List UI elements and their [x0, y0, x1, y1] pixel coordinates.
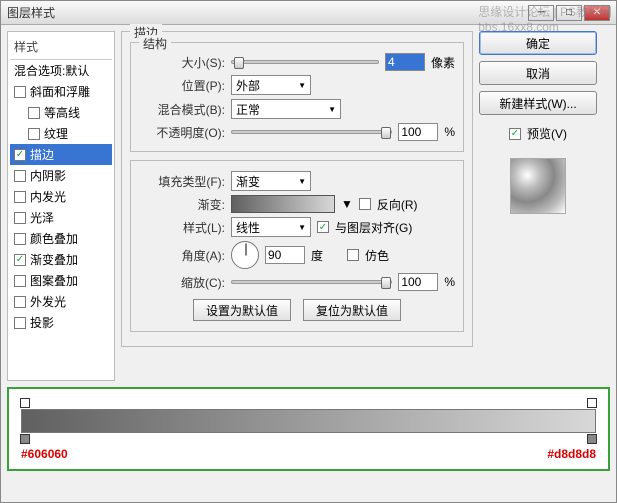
reset-default-button[interactable]: 复位为默认值	[303, 299, 401, 321]
preview-thumbnail	[510, 158, 566, 214]
align-label: 与图层对齐(G)	[335, 219, 412, 236]
checkbox[interactable]	[14, 212, 26, 224]
slider-thumb[interactable]	[234, 57, 244, 69]
ok-button[interactable]: 确定	[479, 31, 597, 55]
position-select[interactable]: 外部▼	[231, 75, 311, 95]
checkbox[interactable]	[14, 275, 26, 287]
color-stop-right[interactable]	[587, 434, 597, 444]
opacity-label: 不透明度(O):	[139, 124, 225, 141]
hex-left: #606060	[21, 447, 68, 461]
size-slider[interactable]	[231, 60, 379, 64]
set-default-button[interactable]: 设置为默认值	[193, 299, 291, 321]
position-label: 位置(P):	[139, 77, 225, 94]
slider-thumb[interactable]	[381, 127, 391, 139]
hex-right: #d8d8d8	[547, 447, 596, 461]
size-unit: 像素	[431, 54, 455, 71]
checkbox[interactable]	[28, 107, 40, 119]
reverse-label: 反向(R)	[377, 196, 418, 213]
checkbox[interactable]	[14, 233, 26, 245]
scale-input[interactable]: 100	[398, 273, 438, 291]
chevron-down-icon: ▼	[298, 81, 306, 90]
gradient-dropdown-icon[interactable]: ▼	[341, 197, 353, 211]
gradient-bar[interactable]	[21, 409, 596, 433]
style-item-outer-glow[interactable]: 外发光	[10, 291, 112, 312]
checkbox[interactable]: ✓	[14, 149, 26, 161]
pct-unit: %	[444, 125, 455, 139]
size-label: 大小(S):	[139, 54, 225, 71]
window-title: 图层样式	[7, 4, 55, 21]
styles-list: 样式 混合选项:默认 斜面和浮雕 等高线 纹理 ✓描边 内阴影 内发光 光泽 颜…	[7, 31, 115, 381]
titlebar: 图层样式 思缘设计论坛 | PS教程网bbs.16xx8.com ─ □ ✕	[1, 1, 616, 25]
reverse-checkbox[interactable]	[359, 198, 371, 210]
layer-style-dialog: 图层样式 思缘设计论坛 | PS教程网bbs.16xx8.com ─ □ ✕ 样…	[0, 0, 617, 503]
angle-unit: 度	[311, 247, 323, 264]
angle-input[interactable]: 90	[265, 246, 305, 264]
styles-header[interactable]: 样式	[10, 36, 112, 60]
chevron-down-icon: ▼	[298, 223, 306, 232]
scale-slider[interactable]	[231, 280, 392, 284]
checkbox[interactable]	[14, 86, 26, 98]
style-item-inner-shadow[interactable]: 内阴影	[10, 165, 112, 186]
style-item-stroke[interactable]: ✓描边	[10, 144, 112, 165]
checkbox[interactable]: ✓	[14, 254, 26, 266]
style-item-inner-glow[interactable]: 内发光	[10, 186, 112, 207]
watermark: 思缘设计论坛 | PS教程网bbs.16xx8.com	[478, 3, 612, 34]
color-stop-left[interactable]	[20, 434, 30, 444]
chevron-down-icon: ▼	[298, 177, 306, 186]
opacity-slider[interactable]	[231, 130, 392, 134]
scale-label: 缩放(C):	[139, 274, 225, 291]
checkbox[interactable]	[14, 191, 26, 203]
blendmode-label: 混合模式(B):	[139, 101, 225, 118]
gradient-swatch[interactable]	[231, 195, 335, 213]
dither-checkbox[interactable]	[347, 249, 359, 261]
checkbox[interactable]	[14, 296, 26, 308]
filltype-label: 填充类型(F):	[139, 173, 225, 190]
style-item-pattern-overlay[interactable]: 图案叠加	[10, 270, 112, 291]
chevron-down-icon: ▼	[328, 105, 336, 114]
new-style-button[interactable]: 新建样式(W)...	[479, 91, 597, 115]
fill-group: 填充类型(F): 渐变▼ 渐变: ▼ 反向(R) 样式(L): 线性▼ ✓	[130, 160, 464, 332]
gradient-label: 渐变:	[139, 196, 225, 213]
structure-legend: 结构	[139, 35, 171, 52]
checkbox[interactable]	[14, 317, 26, 329]
style-item-bevel[interactable]: 斜面和浮雕	[10, 81, 112, 102]
gradient-style-select[interactable]: 线性▼	[231, 217, 311, 237]
style-label: 样式(L):	[139, 219, 225, 236]
align-checkbox[interactable]: ✓	[317, 221, 329, 233]
gradient-editor-annotation: #606060 #d8d8d8	[7, 387, 610, 471]
opacity-stop-right[interactable]	[587, 398, 597, 408]
blendmode-select[interactable]: 正常▼	[231, 99, 341, 119]
angle-label: 角度(A):	[139, 247, 225, 264]
dither-label: 仿色	[365, 247, 389, 264]
style-item-contour[interactable]: 等高线	[10, 102, 112, 123]
blend-options-row[interactable]: 混合选项:默认	[10, 60, 112, 81]
style-item-color-overlay[interactable]: 颜色叠加	[10, 228, 112, 249]
stroke-panel: 描边 结构 大小(S): 4 像素 位置(P): 外部▼ 混合模式(B):	[121, 31, 473, 347]
style-item-texture[interactable]: 纹理	[10, 123, 112, 144]
structure-group: 结构 大小(S): 4 像素 位置(P): 外部▼ 混合模式(B): 正常▼	[130, 42, 464, 152]
checkbox[interactable]	[28, 128, 40, 140]
preview-label: 预览(V)	[527, 125, 567, 142]
style-item-satin[interactable]: 光泽	[10, 207, 112, 228]
opacity-stop-left[interactable]	[20, 398, 30, 408]
size-input[interactable]: 4	[385, 53, 425, 71]
checkbox[interactable]	[14, 170, 26, 182]
style-item-drop-shadow[interactable]: 投影	[10, 312, 112, 333]
filltype-select[interactable]: 渐变▼	[231, 171, 311, 191]
slider-thumb[interactable]	[381, 277, 391, 289]
pct-unit: %	[444, 275, 455, 289]
angle-wheel[interactable]	[231, 241, 259, 269]
blend-options-label: 混合选项:默认	[14, 62, 89, 79]
opacity-input[interactable]: 100	[398, 123, 438, 141]
preview-checkbox[interactable]: ✓	[509, 128, 521, 140]
cancel-button[interactable]: 取消	[479, 61, 597, 85]
style-item-gradient-overlay[interactable]: ✓渐变叠加	[10, 249, 112, 270]
